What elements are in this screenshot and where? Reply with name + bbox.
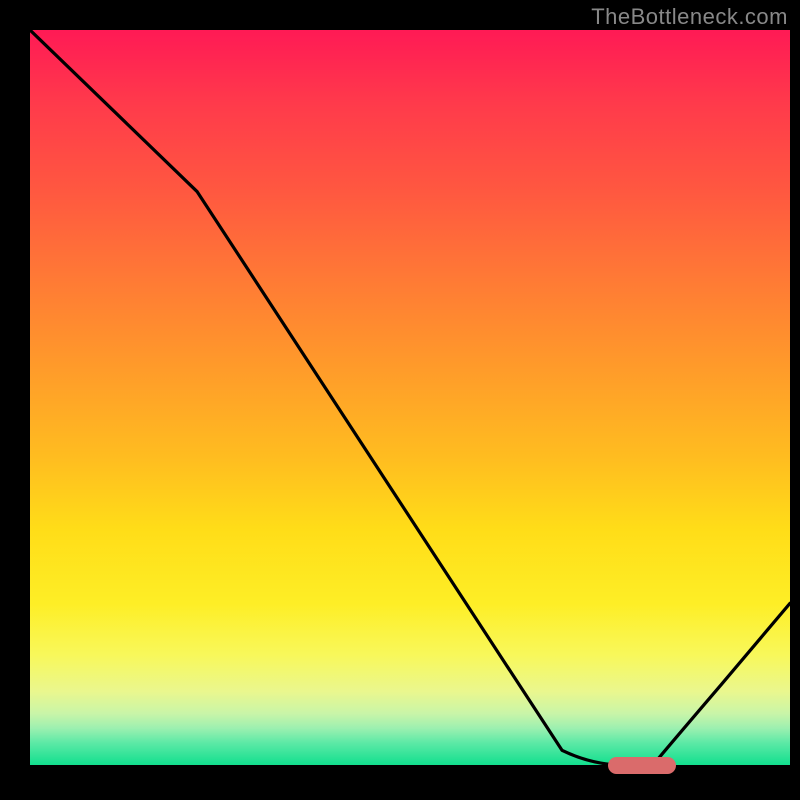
heatmap-gradient-plot [30, 30, 790, 765]
curve-path [30, 30, 790, 765]
optimum-marker [608, 757, 676, 774]
bottleneck-curve [30, 30, 790, 765]
watermark-text: TheBottleneck.com [591, 4, 788, 30]
